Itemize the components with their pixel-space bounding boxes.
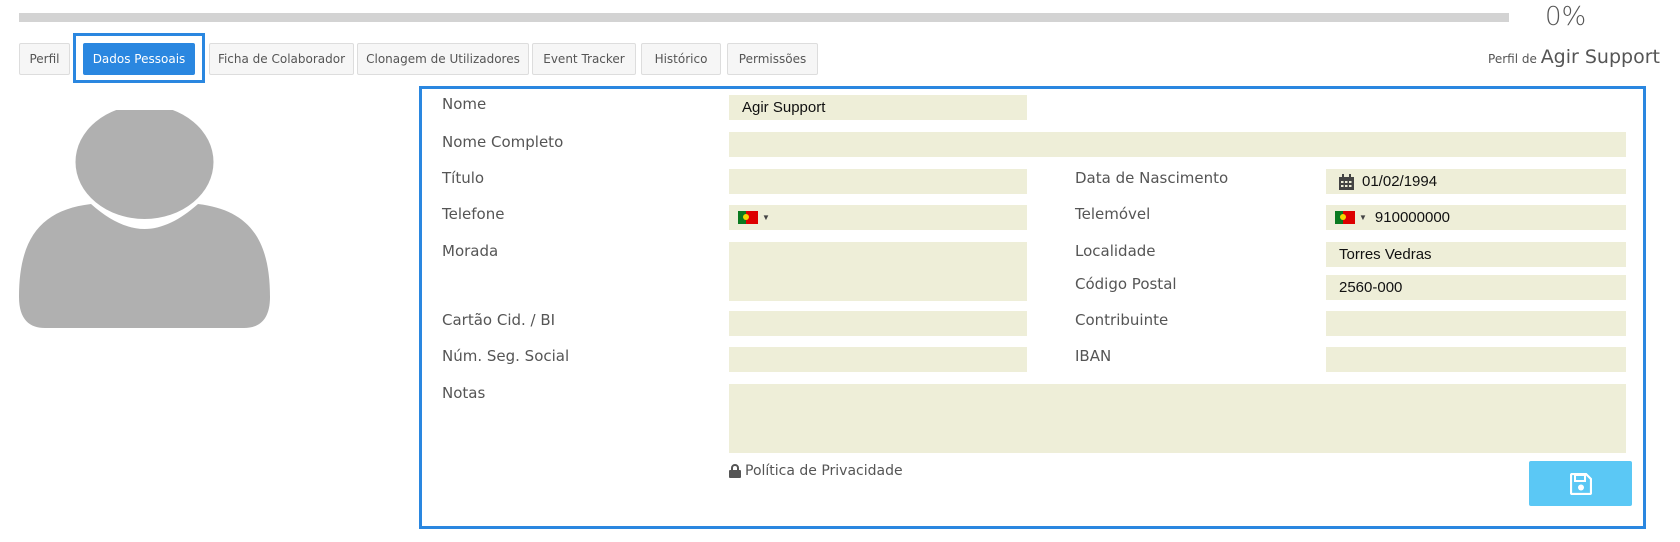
data-nascimento-label: Data de Nascimento [1075,169,1229,187]
iban-field[interactable] [1326,347,1626,372]
active-tab-highlight [73,33,205,83]
progress-percentage: 0% [1545,2,1587,32]
save-button[interactable] [1529,461,1632,506]
localidade-field[interactable]: Torres Vedras [1326,242,1626,267]
tab-ficha-de-colaborador[interactable]: Ficha de Colaborador [209,43,354,75]
localidade-label: Localidade [1075,242,1156,260]
data-nascimento-value: 01/02/1994 [1362,173,1438,190]
notas-field[interactable] [729,384,1626,453]
data-nascimento-field[interactable]: 01/02/1994 [1326,169,1626,194]
tab-permissoes[interactable]: Permissões [727,43,818,75]
titulo-label: Título [442,169,485,187]
personal-data-form: Nome Agir Support Nome Completo Título D… [419,86,1646,529]
telemovel-value: 910000000 [1374,209,1451,226]
tab-event-tracker[interactable]: Event Tracker [532,43,636,75]
codigo-postal-label: Código Postal [1075,275,1177,293]
notas-label: Notas [442,384,486,402]
iban-label: IBAN [1075,347,1112,365]
lock-icon [729,464,741,478]
country-dropdown-caret-icon[interactable]: ▼ [1359,213,1367,222]
progress-bar [19,13,1509,22]
portugal-flag-icon[interactable] [738,211,758,224]
nome-completo-field[interactable] [729,132,1626,157]
profile-prefix: Perfil de [1488,52,1537,66]
nome-field[interactable]: Agir Support [729,95,1027,120]
privacy-policy-link[interactable]: Política de Privacidade [729,463,903,479]
morada-label: Morada [442,242,499,260]
cartao-cid-field[interactable] [729,311,1027,336]
num-seg-social-label: Núm. Seg. Social [442,347,570,365]
telemovel-field[interactable]: ▼ 910000000 [1326,205,1626,230]
tab-clonagem-de-utilizadores[interactable]: Clonagem de Utilizadores [357,43,529,75]
titulo-field[interactable] [729,169,1027,194]
contribuinte-label: Contribuinte [1075,311,1169,329]
nome-label: Nome [442,95,487,113]
nome-completo-label: Nome Completo [442,133,564,151]
morada-field[interactable] [729,242,1027,301]
privacy-policy-label: Política de Privacidade [745,463,903,479]
tab-perfil[interactable]: Perfil [19,43,70,75]
profile-title: Perfil de Agir Support [1488,46,1660,68]
num-seg-social-field[interactable] [729,347,1027,372]
profile-name: Agir Support [1540,46,1660,68]
telefone-label: Telefone [442,205,505,223]
contribuinte-field[interactable] [1326,311,1626,336]
telefone-field[interactable]: ▼ [729,205,1027,230]
tab-historico[interactable]: Histórico [641,43,721,75]
floppy-disk-icon [1569,472,1592,495]
cartao-cid-label: Cartão Cid. / BI [442,311,556,329]
telemovel-label: Telemóvel [1075,205,1151,223]
codigo-postal-field[interactable]: 2560-000 [1326,275,1626,300]
portugal-flag-icon[interactable] [1335,211,1355,224]
country-dropdown-caret-icon[interactable]: ▼ [762,213,770,222]
avatar [19,110,270,328]
calendar-icon[interactable] [1339,173,1354,190]
